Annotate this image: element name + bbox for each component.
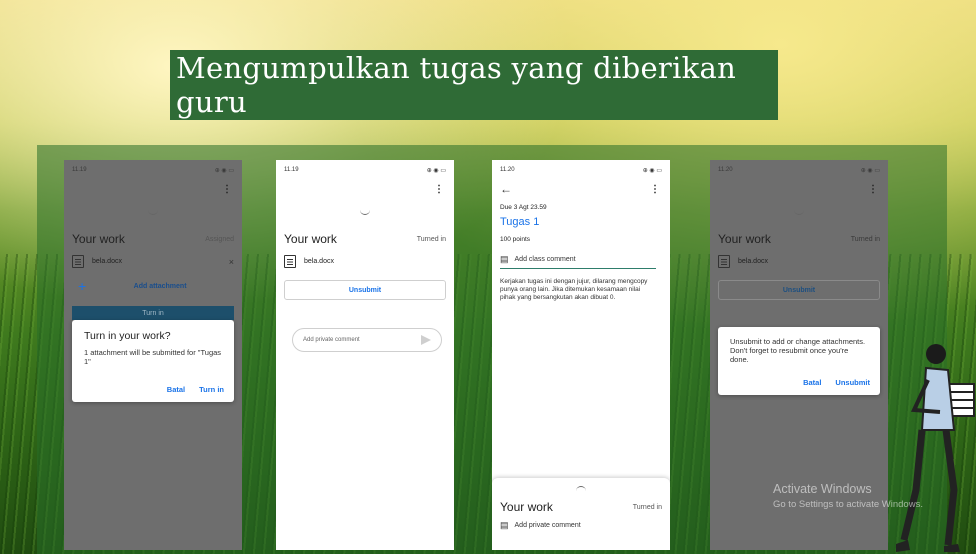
attachment-name: bela.docx — [304, 258, 334, 265]
turn-in-bar[interactable]: Turn in — [72, 306, 234, 320]
class-comment-label: Add class comment — [514, 255, 576, 263]
status-icons: ⊕ ◉ ▭ — [860, 167, 880, 174]
work-status: Turned in — [416, 236, 446, 243]
private-comment-input[interactable]: Add private comment — [292, 328, 442, 352]
status-bar: 11.20 ⊕ ◉ ▭ — [492, 160, 670, 180]
more-options-icon[interactable]: ⋮ — [650, 184, 660, 195]
watermark-subtitle: Go to Settings to activate Windows. — [773, 499, 923, 510]
document-icon — [718, 255, 730, 268]
your-work-title: Your work — [72, 232, 125, 246]
phone-screenshot-assignment: 11.20 ⊕ ◉ ▭ ← ⋮ Due 3 Agt 23.59 Tugas 1 … — [492, 160, 670, 550]
status-time: 11.20 — [500, 167, 515, 173]
sheet-handle-icon[interactable] — [794, 210, 804, 215]
confirm-unsubmit-button[interactable]: Unsubmit — [835, 378, 870, 387]
status-time: 11.19 — [72, 167, 87, 173]
sheet-handle-icon[interactable] — [576, 486, 586, 491]
status-time: 11.20 — [718, 167, 733, 173]
unsubmit-dialog: Unsubmit to add or change attachments. D… — [718, 327, 880, 395]
plus-icon: + — [78, 278, 87, 294]
phone-screenshot-turn-in: 11.19 ⊕ ◉ ▭ ⋮ Your work Assigned bela.do… — [64, 160, 242, 550]
turn-in-dialog: Turn in your work? 1 attachment will be … — [72, 320, 234, 402]
private-comment-placeholder: Add private comment — [303, 337, 360, 343]
document-icon — [72, 255, 84, 268]
work-status: Turned in — [632, 504, 662, 511]
phone-screenshot-turned-in: 11.19 ⊕ ◉ ▭ ⋮ Your work Turned in bela.d… — [276, 160, 454, 550]
sheet-handle-icon[interactable] — [148, 210, 158, 215]
private-comment-label: Add private comment — [514, 522, 581, 529]
your-work-title: Your work — [718, 232, 771, 246]
status-bar: 11.20 ⊕ ◉ ▭ — [710, 160, 888, 180]
sheet-handle-icon[interactable] — [360, 210, 370, 215]
student-carrying-books-illustration — [896, 344, 975, 552]
add-attachment-label: Add attachment — [133, 282, 187, 290]
class-comment-row[interactable]: ▤ Add class comment — [500, 250, 656, 269]
your-work-title: Your work — [500, 500, 553, 514]
remove-attachment-icon[interactable]: × — [229, 257, 234, 267]
cancel-button[interactable]: Batal — [167, 385, 185, 394]
add-attachment-button[interactable]: + Add attachment — [72, 277, 234, 295]
back-arrow-icon[interactable]: ← — [500, 182, 512, 196]
unsubmit-button[interactable]: Unsubmit — [284, 280, 446, 300]
watermark-title: Activate Windows — [773, 482, 872, 496]
turn-in-button[interactable]: Turn in — [199, 385, 224, 394]
cancel-button[interactable]: Batal — [803, 378, 821, 387]
more-options-icon[interactable]: ⋮ — [222, 184, 232, 195]
more-options-icon[interactable]: ⋮ — [868, 184, 878, 195]
assignment-title: Tugas 1 — [500, 216, 540, 228]
private-comment-row[interactable]: ▤ Add private comment — [500, 520, 581, 531]
dialog-title: Turn in your work? — [84, 330, 171, 342]
work-status: Assigned — [205, 236, 234, 243]
unsubmit-button[interactable]: Unsubmit — [718, 280, 880, 300]
status-time: 11.19 — [284, 167, 299, 173]
slide-title: Mengumpulkan tugas yang diberikan guru — [176, 51, 737, 119]
status-bar: 11.19 ⊕ ◉ ▭ — [276, 160, 454, 180]
slide-title-box: Mengumpulkan tugas yang diberikan guru — [170, 50, 778, 120]
attachment-row[interactable]: bela.docx — [718, 255, 768, 268]
status-bar: 11.19 ⊕ ◉ ▭ — [64, 160, 242, 180]
document-icon — [284, 255, 296, 268]
work-status: Turned in — [850, 236, 880, 243]
status-icons: ⊕ ◉ ▭ — [214, 167, 234, 174]
your-work-title: Your work — [284, 232, 337, 246]
attachment-name: bela.docx — [738, 258, 768, 265]
activate-windows-watermark: Activate Windows Go to Settings to activ… — [773, 482, 923, 510]
assignment-description: Kerjakan tugas ini dengan jujur, dilaran… — [500, 278, 648, 301]
comment-icon: ▤ — [500, 520, 509, 530]
due-date: Due 3 Agt 23.59 — [500, 204, 547, 211]
more-options-icon[interactable]: ⋮ — [434, 184, 444, 195]
your-work-sheet[interactable]: Your work Turned in ▤ Add private commen… — [492, 478, 670, 550]
attachment-name: bela.docx — [92, 258, 122, 265]
dialog-message: Unsubmit to add or change attachments. D… — [730, 337, 866, 364]
status-icons: ⊕ ◉ ▭ — [426, 167, 446, 174]
attachment-row[interactable]: bela.docx — [284, 255, 334, 268]
attachment-row[interactable]: bela.docx × — [72, 255, 234, 268]
send-icon[interactable] — [421, 335, 431, 345]
comment-icon: ▤ — [500, 253, 509, 264]
status-icons: ⊕ ◉ ▭ — [642, 167, 662, 174]
assignment-points: 100 points — [500, 236, 530, 243]
dialog-message: 1 attachment will be submitted for "Tuga… — [84, 348, 222, 366]
